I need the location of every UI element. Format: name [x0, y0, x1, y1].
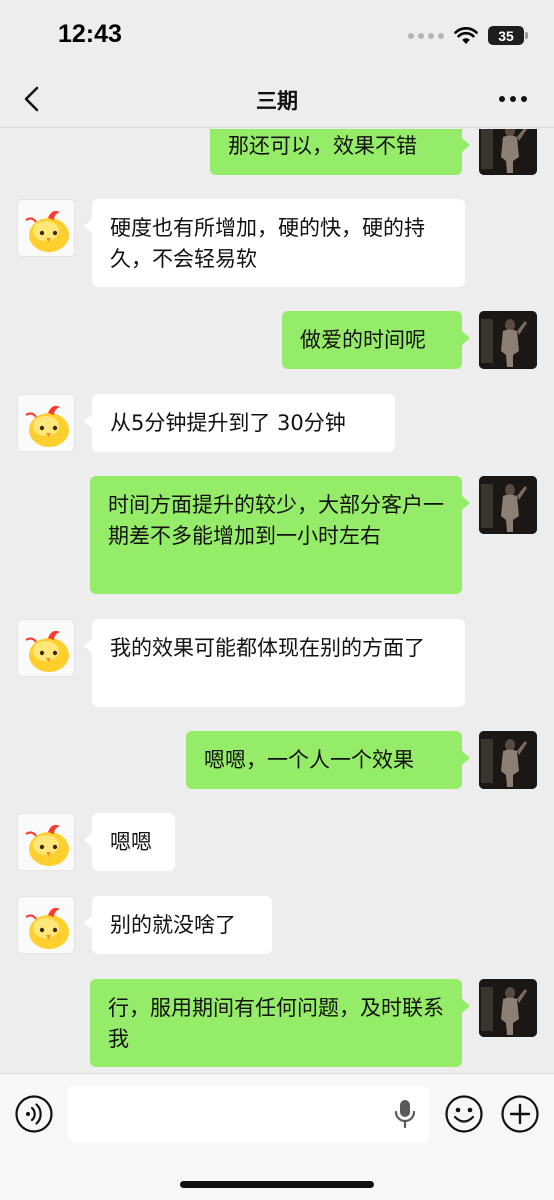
chat-title: 三期: [256, 89, 298, 113]
message-bubble[interactable]: 我的效果可能都体现在别的方面了: [84, 619, 465, 707]
message-bubble[interactable]: 嗯嗯: [84, 813, 175, 871]
avatar[interactable]: [479, 979, 537, 1037]
message-bubble[interactable]: 从5分钟提升到了 30分钟: [84, 394, 395, 452]
message-list[interactable]: 那还可以，效果不错 硬度也有所增加，硬的快，硬的持久，不会轻易软 做爱的时间呢 …: [0, 129, 554, 1073]
message-bubble[interactable]: 嗯嗯，一个人一个效果: [186, 731, 470, 789]
avatar[interactable]: [17, 813, 75, 871]
avatar[interactable]: [479, 129, 537, 175]
more-dots-icon[interactable]: [498, 86, 528, 112]
mic-icon[interactable]: [394, 1099, 416, 1129]
avatar[interactable]: [17, 394, 75, 452]
wifi-icon: [454, 26, 478, 44]
message-bubble[interactable]: 硬度也有所增加，硬的快，硬的持久，不会轻易软: [84, 199, 465, 287]
message-bubble[interactable]: 别的就没啥了: [84, 896, 272, 954]
avatar[interactable]: [17, 619, 75, 677]
avatar[interactable]: [479, 311, 537, 369]
signal-icon: [408, 32, 444, 39]
message-bubble[interactable]: 时间方面提升的较少，大部分客户一期差不多能增加到一小时左右: [90, 476, 470, 594]
battery-icon: 35: [488, 26, 528, 45]
message-bubble[interactable]: 做爱的时间呢: [282, 311, 470, 369]
status-time: 12:43: [58, 20, 122, 48]
message-bubble[interactable]: 行，服用期间有任何问题，及时联系我: [90, 979, 470, 1067]
emoji-icon[interactable]: [444, 1094, 484, 1134]
message-input[interactable]: [68, 1086, 430, 1142]
avatar[interactable]: [479, 731, 537, 789]
status-icons: 35: [408, 26, 528, 45]
home-indicator[interactable]: [180, 1181, 374, 1188]
status-bar: 12:43 35: [0, 0, 554, 72]
nav-bar: 三期: [0, 72, 554, 128]
avatar[interactable]: [17, 896, 75, 954]
plus-icon[interactable]: [500, 1094, 540, 1134]
voice-icon[interactable]: [14, 1094, 54, 1134]
avatar[interactable]: [17, 199, 75, 257]
avatar[interactable]: [479, 476, 537, 534]
message-bubble[interactable]: 那还可以，效果不错: [210, 129, 470, 175]
